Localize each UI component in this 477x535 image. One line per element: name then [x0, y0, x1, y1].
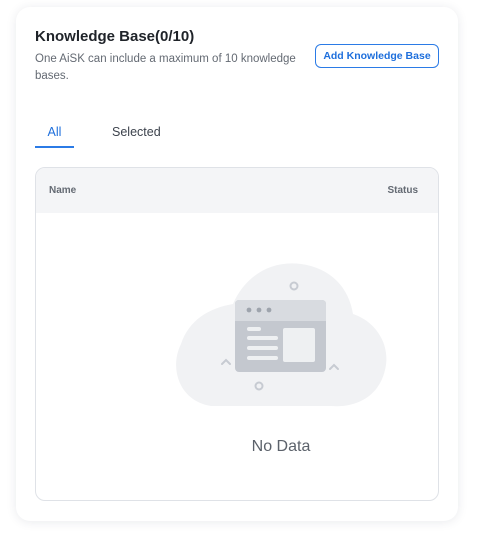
- panel-title: Knowledge Base(0/10): [35, 28, 195, 45]
- tab-all[interactable]: All: [35, 125, 74, 139]
- panel-description: One AiSK can include a maximum of 10 kno…: [35, 53, 296, 82]
- knowledge-base-table: Name Status No Data: [35, 167, 439, 501]
- add-knowledge-base-button[interactable]: Add Knowledge Base: [315, 44, 439, 68]
- knowledge-base-panel: Knowledge Base(0/10) One AiSK can includ…: [16, 7, 458, 521]
- tab-selected[interactable]: Selected: [112, 125, 161, 139]
- column-header-name: Name: [49, 185, 77, 196]
- empty-document-illustration-icon: [176, 263, 387, 407]
- column-header-status: Status: [387, 185, 418, 196]
- empty-state-text: No Data: [251, 438, 311, 455]
- active-tab-indicator: [35, 146, 74, 148]
- table-header: Name Status: [36, 168, 438, 213]
